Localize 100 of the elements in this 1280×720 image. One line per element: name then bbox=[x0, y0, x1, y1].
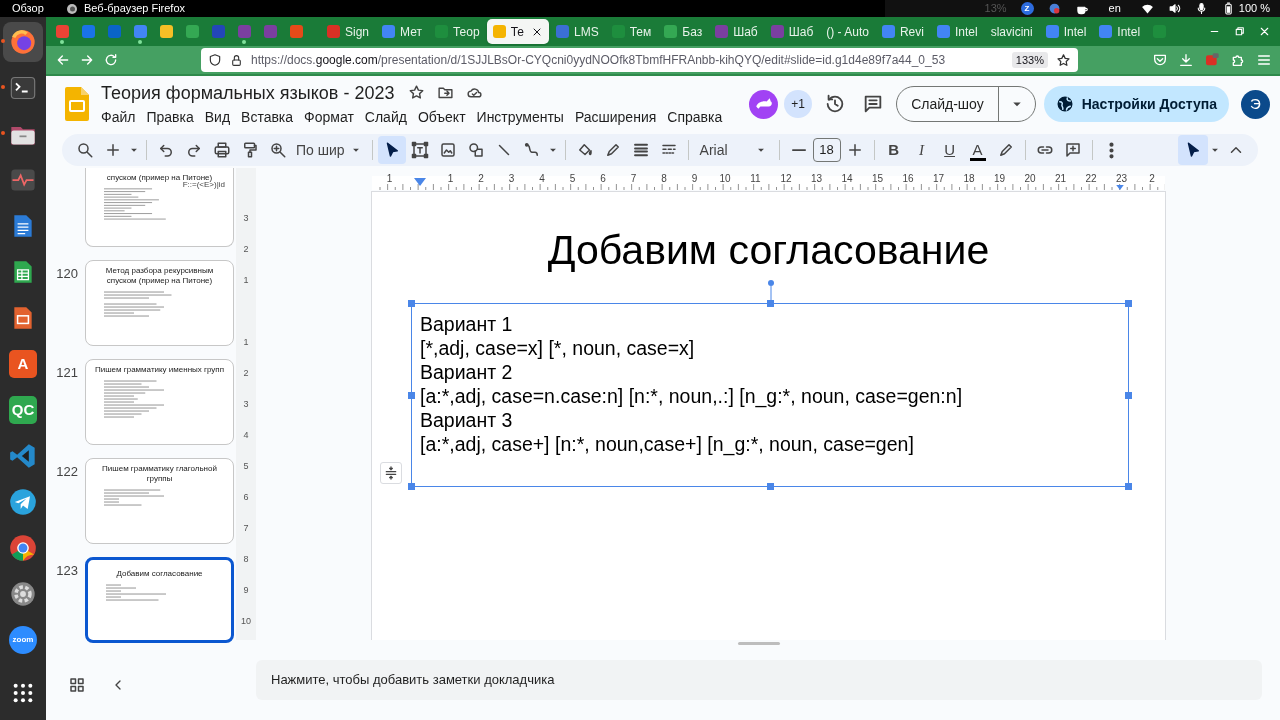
slide-number: 120 bbox=[56, 265, 78, 283]
menu-item[interactable]: Слайд bbox=[364, 106, 407, 128]
slide-thumbnail[interactable]: спуском (пример на Питоне) F::=(<E>)|id bbox=[85, 168, 234, 247]
zoom-level-button[interactable]: 133% bbox=[1011, 51, 1048, 69]
browser-tab[interactable]: LMS bbox=[549, 19, 605, 44]
activities-button[interactable]: Обзор bbox=[0, 0, 66, 17]
text-line: [*,adj, case=x] [*, noun, case=x] bbox=[420, 336, 696, 360]
menu-item[interactable]: Вставка bbox=[241, 106, 294, 128]
keyboard-layout[interactable]: en bbox=[1102, 0, 1127, 17]
more-collaborators[interactable]: +1 bbox=[784, 90, 813, 118]
thumbnail-title: спуском (пример на Питоне) bbox=[106, 173, 213, 182]
font-dropdown[interactable]: Arial bbox=[693, 139, 774, 161]
ruler-label: 1 bbox=[446, 173, 455, 184]
tray-indicator[interactable]: Z bbox=[1020, 2, 1034, 15]
app-name[interactable]: Веб-браузер Firefox bbox=[84, 0, 186, 17]
ruler-label: 13 bbox=[809, 173, 824, 184]
browser-tab[interactable]: Revi bbox=[875, 19, 930, 44]
format-button[interactable]: B bbox=[879, 136, 908, 164]
slide-title: Добавим согласование bbox=[547, 226, 990, 274]
ruler-label: 7 bbox=[242, 522, 250, 535]
browser-tab[interactable]: () - Auto bbox=[820, 19, 875, 44]
browser-tab[interactable]: Тем bbox=[605, 19, 658, 44]
app-icon[interactable]: A bbox=[9, 350, 37, 378]
thumbnail-title: Добавим согласование bbox=[116, 569, 203, 579]
ruler-label: 8 bbox=[660, 173, 668, 184]
text-line: [a:*,adj, case=n.case:n] [n:*, noun,.:] [n_g:*, noun, case=gen:n] bbox=[420, 384, 964, 408]
slide-thumbnail[interactable]: Пишем грамматику глагольной группы bbox=[85, 458, 234, 544]
ruler-label: 3 bbox=[507, 173, 516, 184]
ruler-label: 4 bbox=[242, 429, 250, 442]
menu-item[interactable]: Объект bbox=[417, 106, 466, 128]
battery-level: 100 % bbox=[1238, 1, 1270, 17]
browser-tab[interactable]: Intel bbox=[930, 19, 984, 44]
menu-item[interactable]: Правка bbox=[146, 106, 194, 128]
ruler-label: 11 bbox=[749, 173, 762, 184]
ruler-label: 2 bbox=[242, 243, 250, 256]
ruler-label: 1 bbox=[242, 336, 250, 349]
speaker-notes-field[interactable]: Нажмите, чтобы добавить заметки докладчика bbox=[256, 660, 1262, 700]
ruler-label: 3 bbox=[242, 398, 250, 411]
ruler-label: 14 bbox=[840, 173, 854, 184]
browser-tab[interactable]: Шаб bbox=[709, 19, 764, 44]
ruler-label: 5 bbox=[568, 173, 577, 184]
browser-tab[interactable]: Теор bbox=[428, 19, 486, 44]
slide-number: 123 bbox=[56, 562, 78, 580]
ruler-label: 6 bbox=[599, 173, 607, 184]
browser-tab[interactable]: Intel bbox=[1093, 19, 1147, 44]
browser-tab[interactable]: Intel bbox=[1039, 19, 1093, 44]
browser-tab[interactable]: Баз bbox=[658, 19, 709, 44]
thumbnail-title: Метод разбора рекурсивным спуском (пример на Питоне) bbox=[104, 266, 215, 286]
ruler-label: 23 bbox=[1114, 173, 1129, 184]
format-button[interactable]: I bbox=[907, 136, 936, 164]
ruler-label: 7 bbox=[629, 173, 638, 184]
ruler-label: 2 bbox=[242, 367, 250, 380]
ruler-label: 1 bbox=[242, 274, 250, 287]
ruler-label: 21 bbox=[1053, 173, 1068, 184]
ruler-label: 10 bbox=[718, 173, 732, 184]
text-line: Вариант 2 bbox=[420, 360, 514, 384]
menu-item[interactable]: Вид bbox=[204, 106, 231, 128]
ruler-label: 10 bbox=[240, 615, 252, 628]
ruler-label: 8 bbox=[242, 553, 250, 566]
account-avatar[interactable]: Э bbox=[1241, 89, 1270, 119]
ruler-label: 17 bbox=[931, 173, 946, 184]
thumbnail-title: Пишем грамматику именных групп bbox=[95, 365, 224, 375]
address-bar[interactable]: https://docs.google.com/presentation/d/1SJJLBsOr-CYQcni0yydNOOfk8TbmfHFRAnbb-kihQYQ/edit#slide=id.g1d4e89f7a44_0_53 133% bbox=[201, 48, 1078, 72]
ruler-label: 20 bbox=[1023, 173, 1037, 184]
ruler-label: 6 bbox=[242, 491, 250, 504]
cpu-indicator: 13% bbox=[984, 1, 1007, 17]
menu-item[interactable]: Расширения bbox=[574, 106, 657, 128]
ruler-label: 4 bbox=[538, 173, 546, 184]
ruler-label: 16 bbox=[901, 173, 915, 184]
slide-number: 122 bbox=[56, 463, 78, 481]
text-line: Вариант 3 bbox=[420, 408, 514, 432]
slide-number: 121 bbox=[56, 364, 78, 382]
slide-thumbnail[interactable]: Пишем грамматику именных групп bbox=[85, 359, 234, 445]
text-line: Вариант 1 bbox=[420, 312, 514, 336]
browser-tab[interactable]: Мет bbox=[376, 19, 428, 44]
ruler-label: 19 bbox=[992, 173, 1007, 184]
font-size-field[interactable]: 18 bbox=[812, 138, 841, 162]
zoom-dropdown[interactable]: По шир bbox=[292, 139, 367, 161]
format-button[interactable]: A bbox=[963, 136, 992, 164]
ruler-label: 9 bbox=[690, 173, 699, 184]
ruler-label: 2 bbox=[477, 173, 485, 184]
browser-tab[interactable]: Те bbox=[486, 19, 549, 44]
thumbnail-title: Пишем грамматику глагольной группы bbox=[101, 464, 218, 484]
presentation-title[interactable]: Теория формальных языков - 2023 bbox=[101, 80, 395, 105]
menu-item[interactable]: Справка bbox=[667, 106, 723, 128]
format-button[interactable]: U bbox=[935, 136, 964, 164]
browser-tab[interactable]: Шаб bbox=[764, 19, 820, 44]
text-line: [a:*,adj, case+] [n:*, noun,case+] [n_g:*, noun, case=gen] bbox=[420, 432, 915, 456]
browser-tab[interactable]: Sign bbox=[321, 19, 376, 44]
browser-tab[interactable]: slavicini bbox=[984, 19, 1039, 44]
url-text: https://docs.google.com/presentation/d/1SJJLBsOr-CYQcni0yydNOOfk8TbmfHFRAnbb-kihQYQ/edit#slide=id.g1d4e89f7a44_0_53 bbox=[251, 52, 946, 69]
menu-item[interactable]: Инструменты bbox=[476, 106, 564, 128]
ruler-label: 3 bbox=[242, 212, 250, 225]
menu-item[interactable]: Файл bbox=[101, 106, 136, 128]
share-button[interactable]: Настройки Доступа bbox=[1043, 86, 1229, 122]
ruler-label: 22 bbox=[1084, 173, 1098, 184]
ruler-label: 1 bbox=[385, 173, 394, 184]
slide-thumbnail[interactable]: Метод разбора рекурсивным спуском (пример на Питоне) bbox=[85, 260, 234, 346]
slide-thumbnail[interactable]: Добавим согласование bbox=[85, 557, 234, 643]
menu-item[interactable]: Формат bbox=[304, 106, 354, 128]
